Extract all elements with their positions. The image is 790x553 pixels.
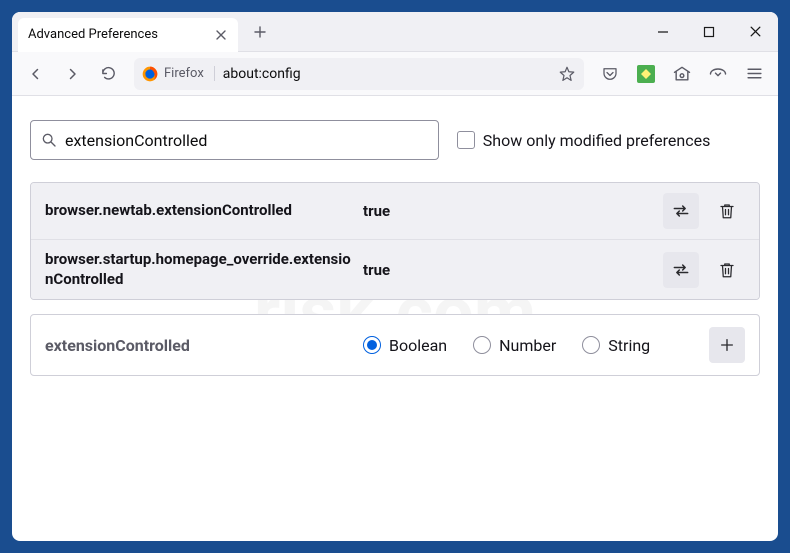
- delete-button[interactable]: [709, 252, 745, 288]
- plus-icon: [719, 337, 735, 353]
- preference-name: browser.newtab.extensionControlled: [45, 201, 353, 221]
- extension-button[interactable]: [630, 58, 662, 90]
- identity-label: Firefox: [164, 66, 215, 81]
- navigation-toolbar: Firefox about:config: [12, 52, 778, 96]
- radio-icon: [473, 336, 491, 354]
- toggle-icon: [671, 201, 691, 221]
- url-bar[interactable]: Firefox about:config: [134, 58, 584, 90]
- account-button[interactable]: [666, 58, 698, 90]
- radio-label: String: [608, 336, 650, 355]
- window-controls: [640, 12, 778, 52]
- type-options: Boolean Number String: [363, 336, 699, 355]
- radio-number[interactable]: Number: [473, 336, 556, 355]
- delete-button[interactable]: [709, 193, 745, 229]
- tab-title: Advanced Preferences: [28, 27, 206, 42]
- preference-name: browser.startup.homepage_override.extens…: [45, 250, 353, 289]
- preference-list: browser.newtab.extensionControlled true …: [30, 182, 760, 300]
- show-modified-checkbox[interactable]: Show only modified preferences: [457, 131, 711, 150]
- add-button[interactable]: [709, 327, 745, 363]
- radio-boolean[interactable]: Boolean: [363, 336, 447, 355]
- close-window-button[interactable]: [732, 12, 778, 52]
- titlebar: Advanced Preferences: [12, 12, 778, 52]
- new-preference-name: extensionControlled: [45, 336, 353, 355]
- preference-value: true: [363, 261, 653, 279]
- trash-icon: [718, 202, 736, 220]
- radio-icon: [582, 336, 600, 354]
- site-identity[interactable]: Firefox: [142, 66, 215, 82]
- preference-row[interactable]: browser.newtab.extensionControlled true: [31, 183, 759, 239]
- radio-label: Boolean: [389, 336, 447, 355]
- checkbox-icon[interactable]: [457, 131, 475, 149]
- toggle-icon: [671, 260, 691, 280]
- search-row: Show only modified preferences: [30, 120, 760, 160]
- toggle-button[interactable]: [663, 252, 699, 288]
- minimize-button[interactable]: [640, 12, 686, 52]
- maximize-button[interactable]: [686, 12, 732, 52]
- pocket-button[interactable]: [594, 58, 626, 90]
- about-config-content: Show only modified preferences browser.n…: [12, 96, 778, 541]
- search-box[interactable]: [30, 120, 439, 160]
- checkbox-label: Show only modified preferences: [483, 131, 711, 150]
- radio-icon: [363, 336, 381, 354]
- new-preference-row: extensionControlled Boolean Number Strin…: [30, 314, 760, 376]
- toggle-button[interactable]: [663, 193, 699, 229]
- radio-label: Number: [499, 336, 556, 355]
- search-icon: [41, 132, 57, 148]
- bookmark-star-button[interactable]: [558, 65, 576, 83]
- forward-button[interactable]: [56, 58, 88, 90]
- app-menu-button[interactable]: [738, 58, 770, 90]
- search-input[interactable]: [65, 131, 428, 150]
- browser-tab[interactable]: Advanced Preferences: [18, 18, 238, 52]
- new-tab-button[interactable]: [246, 18, 274, 46]
- preference-value: true: [363, 202, 653, 220]
- back-button[interactable]: [20, 58, 52, 90]
- trash-icon: [718, 261, 736, 279]
- firefox-logo-icon: [142, 66, 158, 82]
- reload-button[interactable]: [92, 58, 124, 90]
- radio-string[interactable]: String: [582, 336, 650, 355]
- close-tab-button[interactable]: [214, 28, 228, 42]
- preference-row[interactable]: browser.startup.homepage_override.extens…: [31, 239, 759, 299]
- overflow-button[interactable]: [702, 58, 734, 90]
- extension-icon: [637, 65, 655, 83]
- url-text: about:config: [223, 66, 550, 82]
